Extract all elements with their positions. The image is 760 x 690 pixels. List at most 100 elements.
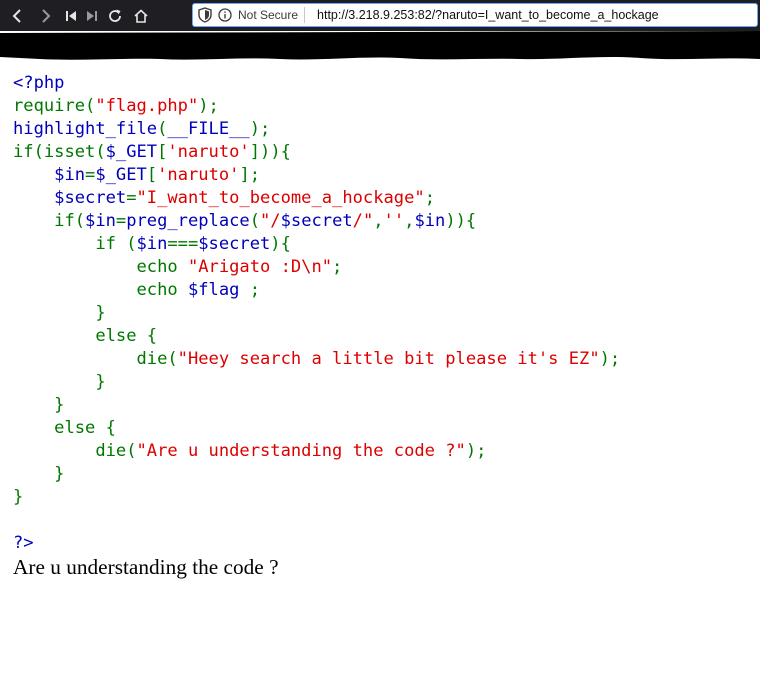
forward-icon — [42, 8, 51, 23]
code-token: 'naruto' — [167, 142, 250, 162]
code-token: $_GET — [105, 142, 158, 162]
code-token: "flag.php" — [95, 96, 199, 116]
code-token: = — [85, 165, 96, 185]
reload-icon — [109, 9, 121, 22]
code-token: } — [13, 487, 24, 507]
code-token: ){ — [270, 234, 291, 254]
shield-icon — [198, 7, 212, 23]
code-token: if(isset( — [13, 142, 106, 162]
skip-back-icon — [66, 10, 76, 21]
forward-button[interactable] — [32, 0, 60, 31]
code-token: 'naruto' — [157, 165, 240, 185]
code-token: ; — [249, 280, 260, 300]
code-token: } — [13, 464, 65, 484]
code-token: ])){ — [249, 142, 291, 162]
code-token: $secret — [280, 211, 353, 231]
info-icon — [218, 8, 232, 22]
code-token: if ( — [13, 234, 137, 254]
skip-forward-button[interactable] — [82, 0, 102, 31]
code-token: $in — [54, 165, 86, 185]
code-token: $_GET — [95, 165, 147, 185]
code-token: <?php — [13, 73, 65, 93]
code-token: ?> — [13, 533, 34, 553]
back-icon — [12, 8, 21, 23]
code-token: highlight_file — [13, 119, 158, 139]
code-token: , — [373, 211, 384, 231]
url-divider — [304, 7, 306, 23]
reload-button[interactable] — [102, 0, 128, 31]
code-token: "Arigato :D\n" — [187, 257, 333, 277]
tracking-protection-button[interactable] — [198, 7, 216, 23]
code-token: "Heey search a little bit please it's EZ… — [177, 349, 600, 369]
code-token: else { — [13, 418, 116, 438]
url-input[interactable] — [317, 6, 678, 24]
code-line: } — [13, 487, 23, 507]
redacted-bookmarks-bar — [0, 31, 760, 61]
code-token: ]; — [239, 165, 261, 185]
code-token: === — [167, 234, 199, 254]
code-line: else { — [13, 326, 157, 346]
code-line: if($in=preg_replace("/$secret/",'',$in))… — [13, 211, 476, 231]
code-token: echo — [13, 257, 188, 277]
code-line: } — [13, 303, 106, 323]
code-token: ); — [249, 119, 271, 139]
code-line: die("Heey search a little bit please it'… — [13, 349, 620, 369]
page-output-text: Are u understanding the code ? — [13, 555, 279, 579]
code-token: require( — [13, 96, 96, 116]
code-token: ; — [332, 257, 343, 277]
code-line: highlight_file(__FILE__); — [13, 119, 270, 139]
code-token: __FILE__ — [167, 119, 250, 139]
site-info-button[interactable] — [218, 8, 234, 22]
security-label: Not Secure — [238, 8, 299, 22]
code-line: $in=$_GET['naruto']; — [13, 165, 260, 185]
code-token: [ — [146, 165, 158, 185]
code-token: $in — [136, 234, 168, 254]
code-token: } — [13, 303, 106, 323]
code-token: } — [13, 372, 106, 392]
code-line: } — [13, 372, 106, 392]
code-token: echo — [13, 280, 188, 300]
code-token: $secret — [54, 188, 127, 208]
code-token: ); — [465, 441, 487, 461]
code-token: /" — [352, 211, 374, 231]
code-token: ); — [198, 96, 219, 116]
code-line: if ($in===$secret){ — [13, 234, 291, 254]
code-token: else { — [13, 326, 158, 346]
code-line: die("Are u understanding the code ?"); — [13, 441, 486, 461]
code-line: else { — [13, 418, 116, 438]
skip-forward-icon — [87, 10, 97, 21]
code-token: $flag — [187, 280, 250, 300]
code-line: echo "Arigato :D\n"; — [13, 257, 342, 277]
code-token: if( — [13, 211, 86, 231]
code-line: $secret="I_want_to_become_a_hockage"; — [13, 188, 435, 208]
code-line: } — [13, 464, 64, 484]
code-token: )){ — [445, 211, 477, 231]
code-token: ); — [599, 349, 621, 369]
code-line: require("flag.php"); — [13, 96, 219, 116]
code-token: = — [126, 188, 137, 208]
code-token: '' — [383, 211, 405, 231]
browser-toolbar: Not Secure — [0, 0, 760, 31]
code-token: $in — [85, 211, 116, 231]
php-source-code: <?php require("flag.php"); highlight_fil… — [13, 72, 620, 555]
home-button[interactable] — [128, 0, 154, 31]
code-token: ; — [424, 188, 435, 208]
code-token: die( — [13, 349, 178, 369]
code-token: $in — [414, 211, 446, 231]
code-token: ( — [249, 211, 261, 231]
code-line: } — [13, 395, 64, 415]
code-token: die( — [13, 441, 137, 461]
code-token: ( — [157, 119, 168, 139]
skip-back-button[interactable] — [60, 0, 82, 31]
code-token: [ — [157, 142, 168, 162]
code-line: ?> — [13, 533, 34, 553]
code-line: if(isset($_GET['naruto'])){ — [13, 142, 291, 162]
code-token: = — [115, 211, 127, 231]
code-line: <?php — [13, 73, 64, 93]
address-bar[interactable]: Not Secure — [192, 3, 758, 27]
back-button[interactable] — [2, 0, 32, 31]
code-token: , — [404, 211, 415, 231]
code-token: preg_replace — [126, 211, 250, 231]
